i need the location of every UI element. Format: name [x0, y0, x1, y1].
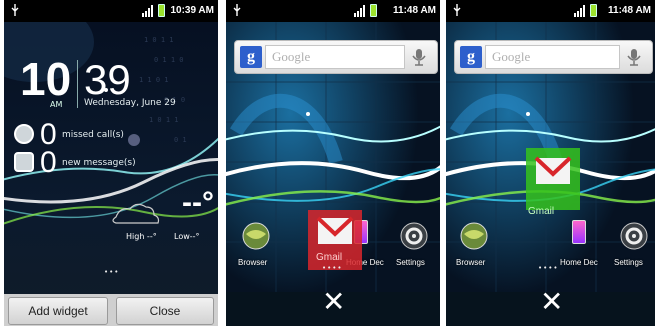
google-g-icon[interactable]: g — [460, 46, 482, 68]
search-input[interactable]: Google — [265, 45, 405, 69]
trash-close-icon[interactable]: ✕ — [322, 288, 345, 316]
search-placeholder: Google — [272, 49, 311, 64]
weather-temperature: --° — [182, 186, 214, 219]
status-bar: 11:48 AM — [226, 0, 440, 22]
battery-icon — [158, 4, 165, 17]
browser-label: Browser — [456, 258, 486, 267]
gmail-dragging-widget[interactable] — [526, 148, 580, 210]
battery-icon — [590, 4, 597, 17]
settings-label: Settings — [396, 258, 425, 267]
svg-text:1 0 1 1: 1 0 1 1 — [144, 36, 174, 44]
new-message-count: 0 — [40, 146, 57, 179]
settings-icon[interactable] — [620, 222, 648, 250]
signal-icon — [354, 5, 365, 17]
page-indicator: ••• — [104, 268, 120, 276]
clock-date: Wednesday, June 29 — [84, 98, 176, 108]
usb-icon — [453, 4, 461, 16]
gmail-drag-label: Gmail — [528, 206, 555, 217]
gmail-drag-label: Gmail — [316, 252, 343, 263]
clock-divider — [77, 60, 78, 108]
settings-label: Settings — [614, 258, 643, 267]
usb-icon — [233, 4, 241, 16]
google-search-widget[interactable]: g Google — [234, 40, 438, 74]
status-time: 10:39 AM — [170, 5, 214, 16]
status-bar: 10:39 AM — [4, 0, 218, 22]
lock-screen: 1 0 1 10 1 1 01 1 0 1 0 1 01 0 1 10 1 10… — [4, 0, 218, 326]
search-input[interactable]: Google — [485, 45, 620, 69]
signal-icon — [574, 5, 585, 17]
google-search-widget[interactable]: g Google — [454, 40, 653, 74]
weather-high: High --° — [126, 232, 157, 241]
battery-icon — [370, 4, 377, 17]
home-deco-label: Home Dec — [560, 258, 598, 267]
browser-label: Browser — [238, 258, 268, 267]
home-screen-drop: 11:48 AM g Google Gmail Browser Home Dec — [446, 0, 655, 326]
settings-icon[interactable] — [400, 222, 428, 250]
browser-icon[interactable] — [242, 222, 270, 250]
page-indicator: •••• — [538, 264, 559, 272]
status-bar: 11:48 AM — [446, 0, 655, 22]
svg-text:0 1: 0 1 — [174, 136, 187, 144]
google-g-icon[interactable]: g — [240, 46, 262, 68]
search-placeholder: Google — [492, 49, 531, 64]
status-time: 11:48 AM — [608, 5, 651, 16]
add-widget-button[interactable]: Add widget — [8, 297, 108, 325]
screenshot-strip: 1 0 1 10 1 1 01 1 0 1 0 1 01 0 1 10 1 10… — [0, 0, 655, 326]
browser-icon[interactable] — [460, 222, 488, 250]
status-time: 11:48 AM — [393, 5, 436, 16]
signal-icon — [142, 5, 153, 17]
missed-call-label: missed call(s) — [62, 130, 124, 140]
page-indicator: •••• — [322, 264, 343, 272]
clock-ampm: AM — [50, 100, 63, 109]
home-deco-icon[interactable] — [572, 220, 586, 244]
message-icon — [14, 152, 34, 172]
new-message-label: new message(s) — [62, 158, 136, 168]
svg-text:1 0 1 1: 1 0 1 1 — [149, 116, 179, 124]
trash-close-icon[interactable]: ✕ — [540, 288, 563, 316]
weather-low: Low--° — [174, 232, 200, 241]
missed-call-icon — [14, 124, 34, 144]
home-screen-trash: 11:48 AM g Google Browser Home Dec Setti… — [226, 0, 440, 326]
clock-hour: 10 — [20, 53, 72, 105]
mic-icon[interactable] — [409, 47, 429, 67]
clock-minute: 39 — [84, 56, 131, 103]
mic-icon[interactable] — [624, 47, 644, 67]
svg-text:0 1 1 0: 0 1 1 0 — [154, 56, 184, 64]
usb-icon — [11, 4, 19, 16]
close-button[interactable]: Close — [116, 297, 214, 325]
svg-text:1 1 0 1: 1 1 0 1 — [139, 76, 169, 84]
